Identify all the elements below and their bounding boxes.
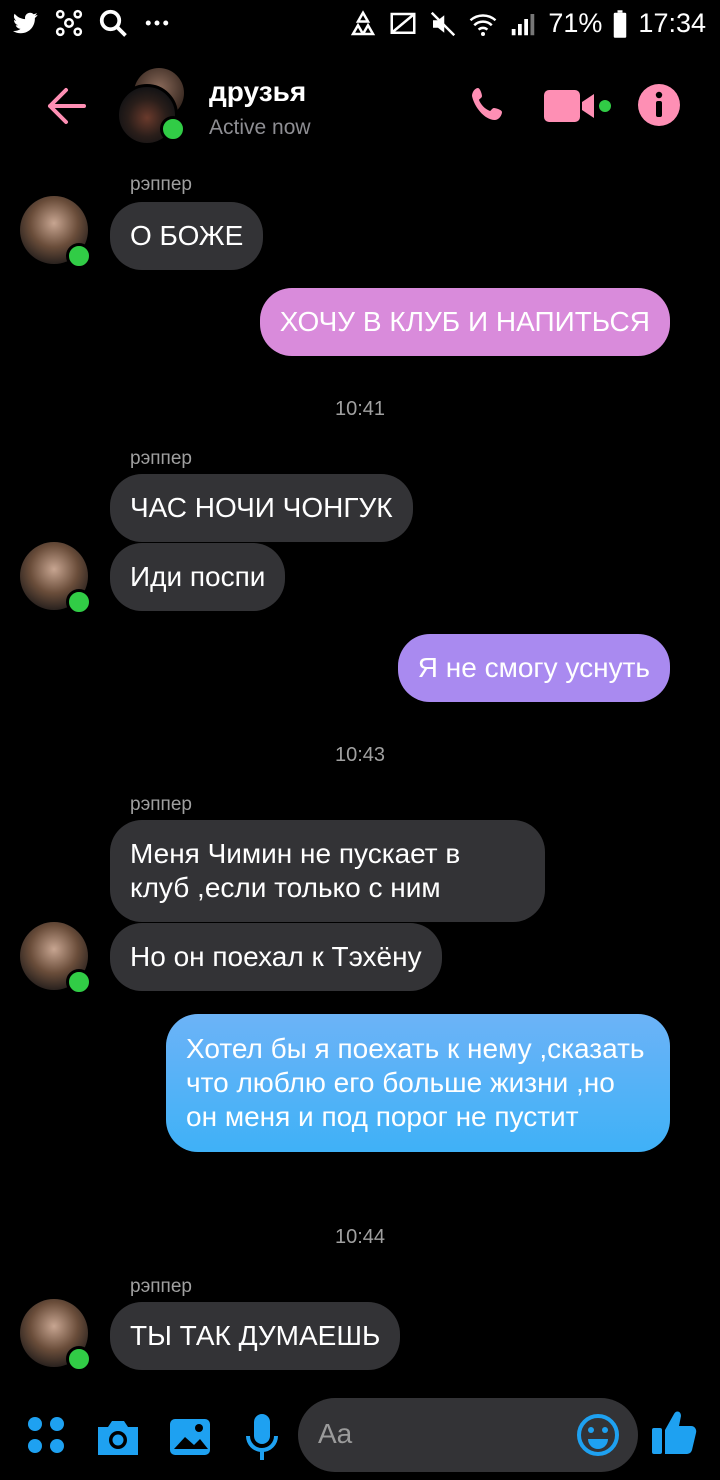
online-indicator	[66, 1346, 92, 1372]
sender-name: рэппер	[130, 1276, 192, 1297]
sender-name: рэппер	[130, 174, 192, 195]
thumbs-up-icon[interactable]	[650, 1406, 698, 1458]
recycle-icon	[351, 9, 376, 35]
mute-icon	[431, 11, 456, 36]
camera-icon[interactable]	[94, 1410, 142, 1464]
status-right-icons: 71% 17:34	[348, 8, 706, 39]
active-status: Active now	[209, 116, 311, 139]
outgoing-message[interactable]: ХОЧУ В КЛУБ И НАПИТЬСЯ	[259, 288, 670, 356]
timestamp: 10:43	[334, 744, 386, 766]
online-indicator	[160, 116, 186, 142]
signal-icon	[512, 13, 535, 35]
chat-title: друзья	[209, 76, 307, 107]
cast-icon	[390, 12, 416, 34]
phone-call-icon[interactable]	[466, 82, 514, 130]
info-icon[interactable]	[637, 83, 681, 127]
incoming-message[interactable]: Иди поспи	[110, 543, 286, 611]
clock: 17:34	[638, 8, 706, 38]
incoming-message[interactable]: Но он поехал к Тэхёну	[110, 923, 442, 991]
sender-name: рэппер	[130, 448, 192, 469]
battery-icon	[614, 9, 627, 38]
outgoing-message[interactable]: Я не смогу уснуть	[397, 634, 670, 702]
online-indicator	[66, 589, 92, 615]
search-icon	[99, 9, 127, 37]
status-bar: 71% 17:34	[0, 0, 720, 52]
message-input-placeholder: Aa	[318, 1418, 353, 1449]
back-arrow-icon[interactable]	[44, 84, 88, 128]
incoming-message[interactable]: О БОЖЕ	[110, 202, 264, 270]
wifi-icon	[470, 13, 497, 36]
incoming-message[interactable]: ТЫ ТАК ДУМАЕШЬ	[110, 1302, 401, 1370]
online-indicator	[66, 969, 92, 995]
online-indicator	[66, 243, 92, 269]
microphone-icon[interactable]	[244, 1410, 280, 1464]
twitter-icon	[13, 12, 38, 34]
timestamp: 10:44	[334, 1226, 386, 1248]
more-actions-icon[interactable]	[26, 1415, 66, 1455]
outgoing-message[interactable]: Хотел бы я поехать к нему ,сказать что л…	[166, 1014, 670, 1152]
group-avatar[interactable]	[116, 68, 188, 146]
incoming-message[interactable]: Меня Чимин не пускает в клуб ,если тольк…	[110, 820, 545, 922]
more-dots-icon	[145, 20, 169, 26]
status-left-icons	[10, 8, 172, 38]
timestamp: 10:41	[334, 398, 386, 420]
gallery-icon[interactable]	[168, 1410, 212, 1464]
emoji-icon[interactable]	[576, 1413, 620, 1457]
sender-name: рэппер	[130, 794, 192, 815]
incoming-message[interactable]: ЧАС НОЧИ ЧОНГУК	[110, 474, 413, 542]
video-call-icon[interactable]	[542, 82, 616, 130]
battery-percent: 71%	[548, 8, 603, 38]
network-icon	[55, 9, 83, 37]
